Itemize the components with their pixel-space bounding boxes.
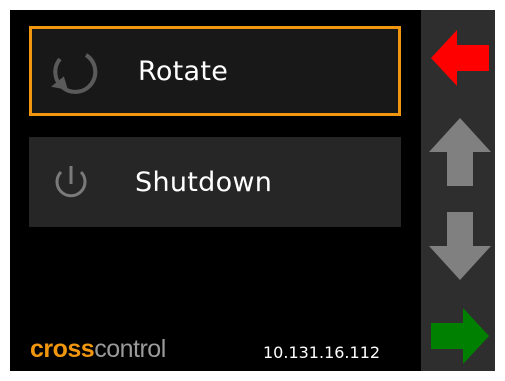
arrow-left-icon xyxy=(431,30,489,86)
up-button[interactable] xyxy=(429,114,491,190)
shutdown-label: Shutdown xyxy=(135,166,273,198)
confirm-button[interactable] xyxy=(429,298,491,371)
navigation-sidebar xyxy=(421,10,495,371)
crosscontrol-logo: crosscontrol xyxy=(30,335,166,364)
arrow-up-icon xyxy=(429,118,491,186)
ip-address: 10.131.16.112 xyxy=(263,343,381,362)
shutdown-menu-item[interactable]: Shutdown xyxy=(29,137,401,227)
arrow-right-icon xyxy=(431,308,489,364)
logo-part-cross: cross xyxy=(30,335,95,363)
down-button[interactable] xyxy=(429,208,491,284)
rotate-icon xyxy=(51,53,98,94)
device-screen: Rotate Shutdown crosscontrol 10.131.16.1… xyxy=(10,10,495,371)
power-icon xyxy=(55,166,87,198)
rotate-label: Rotate xyxy=(138,55,229,87)
rotate-menu-item[interactable]: Rotate xyxy=(29,26,401,116)
arrow-down-icon xyxy=(429,212,491,280)
logo-part-control: control xyxy=(94,335,166,363)
back-button[interactable] xyxy=(429,20,491,96)
